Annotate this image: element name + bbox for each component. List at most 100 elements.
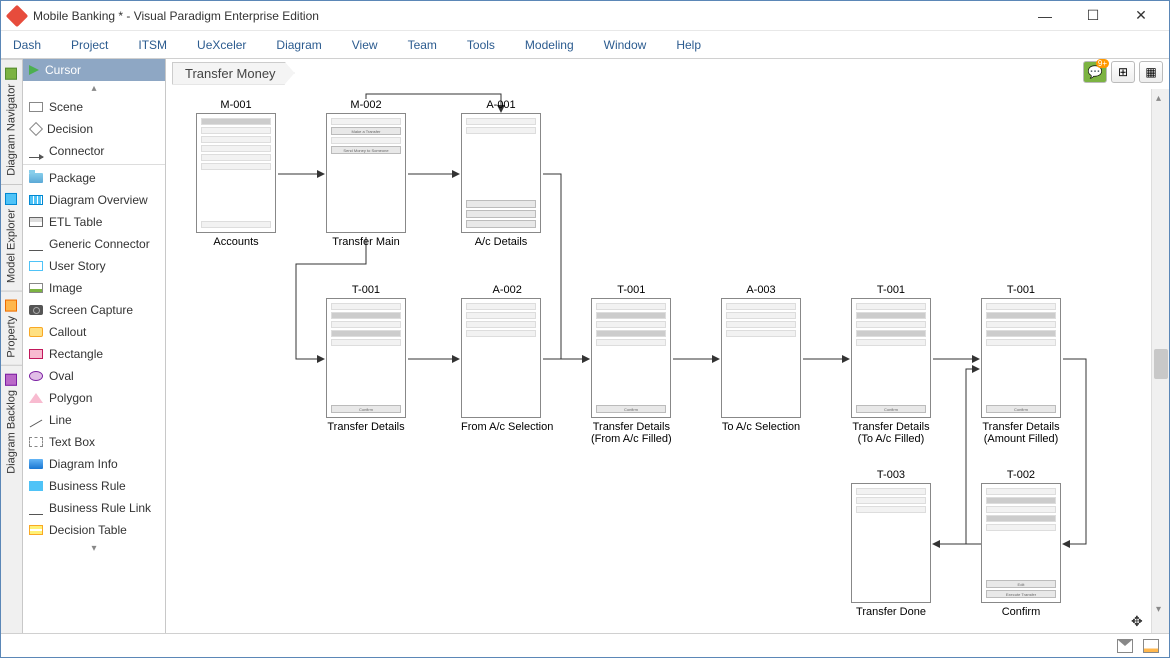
menu-item-help[interactable]: Help — [672, 34, 705, 56]
palette-item-connector[interactable]: Connector — [23, 140, 165, 162]
minimize-button[interactable]: — — [1033, 4, 1057, 28]
palette-item-label: Scene — [49, 100, 83, 114]
node-id: T-001 — [851, 284, 931, 296]
menu-item-itsm[interactable]: ITSM — [134, 34, 171, 56]
app-window: Mobile Banking * - Visual Paradigm Enter… — [0, 0, 1170, 658]
wireframe[interactable]: Confirm — [851, 298, 931, 418]
palette-item-business-rule-link[interactable]: Business Rule Link — [23, 497, 165, 519]
side-tab-diagram-navigator[interactable]: Diagram Navigator — [1, 59, 22, 184]
palette-item-label: Text Box — [49, 435, 95, 449]
palette-item-label: Screen Capture — [49, 303, 133, 317]
business-rule-link-icon — [29, 514, 43, 515]
node-transfer-details-to-a-c-filled-[interactable]: T-001ConfirmTransfer Details (To A/c Fil… — [851, 284, 931, 445]
node-id: T-003 — [851, 469, 931, 481]
side-tab-icon — [6, 374, 18, 386]
wireframe[interactable]: Confirm — [981, 298, 1061, 418]
wireframe[interactable] — [196, 113, 276, 233]
side-tab-icon — [6, 300, 18, 312]
wireframe[interactable]: EditExecute Transfer — [981, 483, 1061, 603]
wireframe[interactable]: Confirm — [591, 298, 671, 418]
canvas[interactable]: M-001Accounts M-002Make a TransferSend Mo… — [166, 89, 1151, 633]
side-tab-diagram-backlog[interactable]: Diagram Backlog — [1, 365, 22, 482]
node-transfer-details-amount-filled-[interactable]: T-001ConfirmTransfer Details (Amount Fil… — [981, 284, 1061, 445]
generic-connector-icon — [29, 250, 43, 251]
close-button[interactable]: ✕ — [1129, 4, 1153, 28]
palette-item-label: Rectangle — [49, 347, 103, 361]
scene-icon — [29, 102, 43, 112]
node-transfer-details-from-a-c-filled-[interactable]: T-001ConfirmTransfer Details (From A/c F… — [591, 284, 672, 445]
wireframe[interactable] — [461, 298, 541, 418]
palette-separator — [23, 164, 165, 165]
palette-item-text-box[interactable]: Text Box — [23, 431, 165, 453]
palette-item-label: Diagram Info — [49, 457, 118, 471]
wireframe[interactable]: Make a TransferSend Money to Someone — [326, 113, 406, 233]
node-a-c-details[interactable]: A-001A/c Details — [461, 99, 541, 248]
node-transfer-main[interactable]: M-002Make a TransferSend Money to Someon… — [326, 99, 406, 248]
scroll-down-icon[interactable]: ▾ — [1156, 604, 1161, 615]
palette-item-package[interactable]: Package — [23, 167, 165, 189]
node-from-a-c-selection[interactable]: A-002From A/c Selection — [461, 284, 553, 433]
node-confirm[interactable]: T-002EditExecute TransferConfirm — [981, 469, 1061, 618]
palette-item-scene[interactable]: Scene — [23, 96, 165, 118]
scroll-up-icon[interactable]: ▴ — [1156, 93, 1161, 104]
wireframe[interactable] — [851, 483, 931, 603]
side-tab-property[interactable]: Property — [1, 291, 22, 366]
node-to-a-c-selection[interactable]: A-003To A/c Selection — [721, 284, 801, 433]
palette-item-oval[interactable]: Oval — [23, 365, 165, 387]
palette-item-rectangle[interactable]: Rectangle — [23, 343, 165, 365]
layout-button[interactable]: ⊞ — [1111, 61, 1135, 83]
node-transfer-done[interactable]: T-003Transfer Done — [851, 469, 931, 618]
wireframe[interactable] — [461, 113, 541, 233]
node-transfer-details[interactable]: T-001ConfirmTransfer Details — [326, 284, 406, 433]
line-icon — [29, 415, 43, 425]
menu-item-uexceler[interactable]: UeXceler — [193, 34, 250, 56]
titlebar: Mobile Banking * - Visual Paradigm Enter… — [1, 1, 1169, 31]
palette-item-polygon[interactable]: Polygon — [23, 387, 165, 409]
palette-item-screen-capture[interactable]: Screen Capture — [23, 299, 165, 321]
maximize-button[interactable]: ☐ — [1081, 4, 1105, 28]
breadcrumb-item[interactable]: Transfer Money — [172, 62, 295, 85]
palette-item-diagram-info[interactable]: Diagram Info — [23, 453, 165, 475]
side-tab-model-explorer[interactable]: Model Explorer — [1, 184, 22, 291]
menu-item-view[interactable]: View — [348, 34, 382, 56]
notification-button[interactable]: 💬 — [1083, 61, 1107, 83]
vertical-scrollbar[interactable]: ▴ ▾ — [1151, 89, 1169, 633]
palette-item-decision[interactable]: Decision — [23, 118, 165, 140]
palette-item-user-story[interactable]: User Story — [23, 255, 165, 277]
node-label: Confirm — [981, 606, 1061, 618]
palette-item-cursor[interactable]: Cursor — [23, 59, 165, 81]
palette-item-generic-connector[interactable]: Generic Connector — [23, 233, 165, 255]
node-id: A-002 — [461, 284, 553, 296]
palette-item-diagram-overview[interactable]: Diagram Overview — [23, 189, 165, 211]
menu-item-tools[interactable]: Tools — [463, 34, 499, 56]
palette-item-label: Diagram Overview — [49, 193, 148, 207]
cursor-icon — [29, 65, 39, 75]
palette-item-business-rule[interactable]: Business Rule — [23, 475, 165, 497]
menu-item-diagram[interactable]: Diagram — [272, 34, 325, 56]
node-label: Transfer Details (Amount Filled) — [981, 421, 1061, 445]
wireframe[interactable] — [721, 298, 801, 418]
palette-item-image[interactable]: Image — [23, 277, 165, 299]
palette-item-callout[interactable]: Callout — [23, 321, 165, 343]
window-title: Mobile Banking * - Visual Paradigm Enter… — [33, 9, 1033, 23]
node-accounts[interactable]: M-001Accounts — [196, 99, 276, 248]
menu-item-dash[interactable]: Dash — [9, 34, 45, 56]
palette-item-line[interactable]: Line — [23, 409, 165, 431]
palette-item-label: Polygon — [49, 391, 92, 405]
scroll-thumb[interactable] — [1154, 349, 1168, 379]
palette-item-label: Package — [49, 171, 96, 185]
view-button[interactable]: ▦ — [1139, 61, 1163, 83]
menu-item-project[interactable]: Project — [67, 34, 112, 56]
palette-scroll-up[interactable]: ▴ — [23, 81, 165, 96]
palette-scroll-down[interactable]: ▾ — [23, 541, 165, 556]
node-label: Transfer Details (From A/c Filled) — [591, 421, 672, 445]
wireframe[interactable]: Confirm — [326, 298, 406, 418]
palette-item-decision-table[interactable]: Decision Table — [23, 519, 165, 541]
doc-icon[interactable] — [1143, 639, 1159, 653]
menu-item-team[interactable]: Team — [404, 34, 441, 56]
menu-item-window[interactable]: Window — [600, 34, 651, 56]
mail-icon[interactable] — [1117, 639, 1133, 653]
menu-item-modeling[interactable]: Modeling — [521, 34, 578, 56]
menubar: Dash Project ITSM UeXceler Diagram View Team To… — [1, 31, 1169, 59]
palette-item-etl-table[interactable]: ETL Table — [23, 211, 165, 233]
